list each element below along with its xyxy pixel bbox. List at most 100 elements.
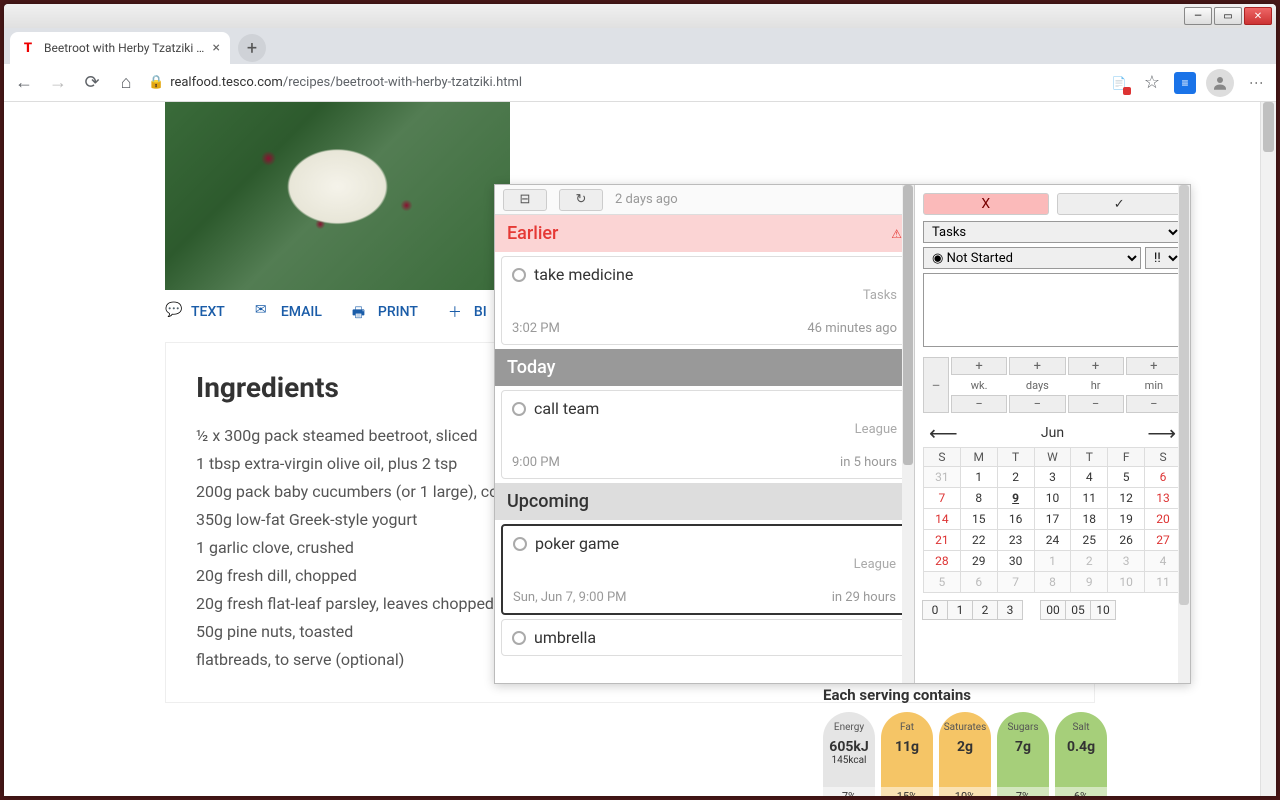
calendar-day[interactable]: 7 (997, 572, 1034, 593)
sub-days-button[interactable]: − (1009, 395, 1065, 413)
calendar-day[interactable]: 4 (1071, 467, 1108, 488)
task-card[interactable]: take medicineTasks3:02 PM46 minutes ago (501, 256, 908, 345)
sub-min-button[interactable]: − (1126, 395, 1182, 413)
task-radio[interactable] (512, 631, 526, 645)
calendar-day[interactable]: 3 (1034, 467, 1071, 488)
minimize-button[interactable]: — (1184, 7, 1212, 25)
new-tab-button[interactable]: + (238, 34, 266, 62)
sub-wk.-button[interactable]: − (951, 395, 1007, 413)
minute-cell[interactable]: 00 (1040, 600, 1066, 620)
calendar-day[interactable]: 6 (960, 572, 997, 593)
refresh-button[interactable]: ↻ (559, 189, 603, 211)
calendar-day[interactable]: 11 (1145, 572, 1182, 593)
status-select[interactable]: ◉ Not Started (923, 247, 1141, 269)
task-radio[interactable] (512, 268, 526, 282)
forward-button[interactable]: → (46, 71, 70, 95)
calendar-day[interactable]: 30 (997, 551, 1034, 572)
calendar-day[interactable]: 7 (924, 488, 961, 509)
tasks-scroll-thumb[interactable] (903, 185, 913, 465)
print-action[interactable]: 🖶PRINT (352, 302, 418, 322)
calendar-day[interactable]: 14 (924, 509, 961, 530)
add-wk.-button[interactable]: + (951, 357, 1007, 375)
calendar-day[interactable]: 5 (1108, 467, 1145, 488)
scroll-thumb[interactable] (1263, 102, 1274, 152)
calendar-day[interactable]: 6 (1145, 467, 1182, 488)
address-bar[interactable]: 🔒 realfood.tesco.com/recipes/beetroot-wi… (148, 75, 1098, 90)
calendar-day[interactable]: 10 (1108, 572, 1145, 593)
reload-button[interactable]: ⟳ (80, 71, 104, 95)
calendar-day[interactable]: 18 (1071, 509, 1108, 530)
task-card[interactable]: umbrella (501, 619, 908, 656)
tasks-extension-icon[interactable]: ≡ (1174, 72, 1196, 94)
tasks-scrollbar[interactable] (902, 185, 914, 683)
calendar-day[interactable]: 27 (1145, 530, 1182, 551)
calendar-day[interactable]: 8 (960, 488, 997, 509)
calendar-day[interactable]: 4 (1145, 551, 1182, 572)
calendar-day[interactable]: 3 (1108, 551, 1145, 572)
calendar-day[interactable]: 16 (997, 509, 1034, 530)
calendar-day[interactable]: 19 (1108, 509, 1145, 530)
calendar-day[interactable]: 31 (924, 467, 961, 488)
calendar-day[interactable]: 9 (997, 488, 1034, 509)
task-notes-input[interactable] (923, 273, 1182, 347)
calendar-day[interactable]: 8 (1034, 572, 1071, 593)
back-button[interactable]: ← (12, 71, 36, 95)
detail-scrollbar[interactable] (1178, 185, 1190, 683)
extension-icon-1[interactable]: 📄 (1108, 72, 1130, 94)
binder-action[interactable]: ＋BI (448, 302, 487, 322)
minute-cell[interactable]: 05 (1065, 600, 1091, 620)
digit-cell[interactable]: 3 (997, 600, 1023, 620)
digit-cell[interactable]: 2 (972, 600, 998, 620)
task-radio[interactable] (512, 402, 526, 416)
digit-cell[interactable]: 1 (947, 600, 973, 620)
digit-cell[interactable]: 0 (922, 600, 948, 620)
confirm-task-button[interactable]: ✓ (1057, 193, 1183, 215)
task-card[interactable]: call teamLeague9:00 PMin 5 hours (501, 390, 908, 479)
calendar-day[interactable]: 20 (1145, 509, 1182, 530)
calendar-day[interactable]: 12 (1108, 488, 1145, 509)
calendar-day[interactable]: 10 (1034, 488, 1071, 509)
detail-scroll-thumb[interactable] (1179, 185, 1189, 605)
maximize-button[interactable]: ▭ (1214, 7, 1242, 25)
add-hr-button[interactable]: + (1068, 357, 1124, 375)
sub-hr-button[interactable]: − (1068, 395, 1124, 413)
calendar-day[interactable]: 24 (1034, 530, 1071, 551)
calendar-day[interactable]: 9 (1071, 572, 1108, 593)
subtract-time-button[interactable]: − (923, 357, 949, 413)
calendar-day[interactable]: 15 (960, 509, 997, 530)
profile-avatar[interactable] (1206, 69, 1234, 97)
task-card[interactable]: poker gameLeagueSun, Jun 7, 9:00 PMin 29… (501, 524, 908, 615)
calendar-day[interactable]: 13 (1145, 488, 1182, 509)
priority-select[interactable]: !! (1145, 247, 1182, 269)
bookmark-star-icon[interactable]: ☆ (1140, 71, 1164, 95)
text-action[interactable]: 💬TEXT (165, 302, 225, 322)
calendar-day[interactable]: 28 (924, 551, 961, 572)
email-action[interactable]: ✉EMAIL (255, 302, 322, 322)
close-window-button[interactable]: ✕ (1244, 7, 1272, 25)
add-days-button[interactable]: + (1009, 357, 1065, 375)
task-radio[interactable] (513, 537, 527, 551)
calendar-day[interactable]: 23 (997, 530, 1034, 551)
calendar-day[interactable]: 5 (924, 572, 961, 593)
calendar-day[interactable]: 1 (960, 467, 997, 488)
calendar-day[interactable]: 26 (1108, 530, 1145, 551)
page-scrollbar[interactable] (1260, 102, 1276, 796)
list-select[interactable]: Tasks (923, 221, 1182, 243)
close-tab-icon[interactable]: × (213, 40, 220, 56)
calendar-day[interactable]: 25 (1071, 530, 1108, 551)
calendar-day[interactable]: 17 (1034, 509, 1071, 530)
add-min-button[interactable]: + (1126, 357, 1182, 375)
minute-cell[interactable]: 10 (1090, 600, 1116, 620)
calendar-day[interactable]: 2 (1071, 551, 1108, 572)
home-button[interactable]: ⌂ (114, 71, 138, 95)
calendar-day[interactable]: 1 (1034, 551, 1071, 572)
calendar-day[interactable]: 22 (960, 530, 997, 551)
next-month-button[interactable]: ⟶ (1147, 421, 1176, 445)
menu-button[interactable]: ⋮ (1244, 71, 1268, 95)
delete-task-button[interactable]: X (923, 193, 1049, 215)
browser-tab[interactable]: T Beetroot with Herby Tzatziki Rec × (10, 32, 230, 64)
calendar-day[interactable]: 2 (997, 467, 1034, 488)
prev-month-button[interactable]: ⟵ (929, 421, 958, 445)
calendar-day[interactable]: 21 (924, 530, 961, 551)
calendar-day[interactable]: 29 (960, 551, 997, 572)
